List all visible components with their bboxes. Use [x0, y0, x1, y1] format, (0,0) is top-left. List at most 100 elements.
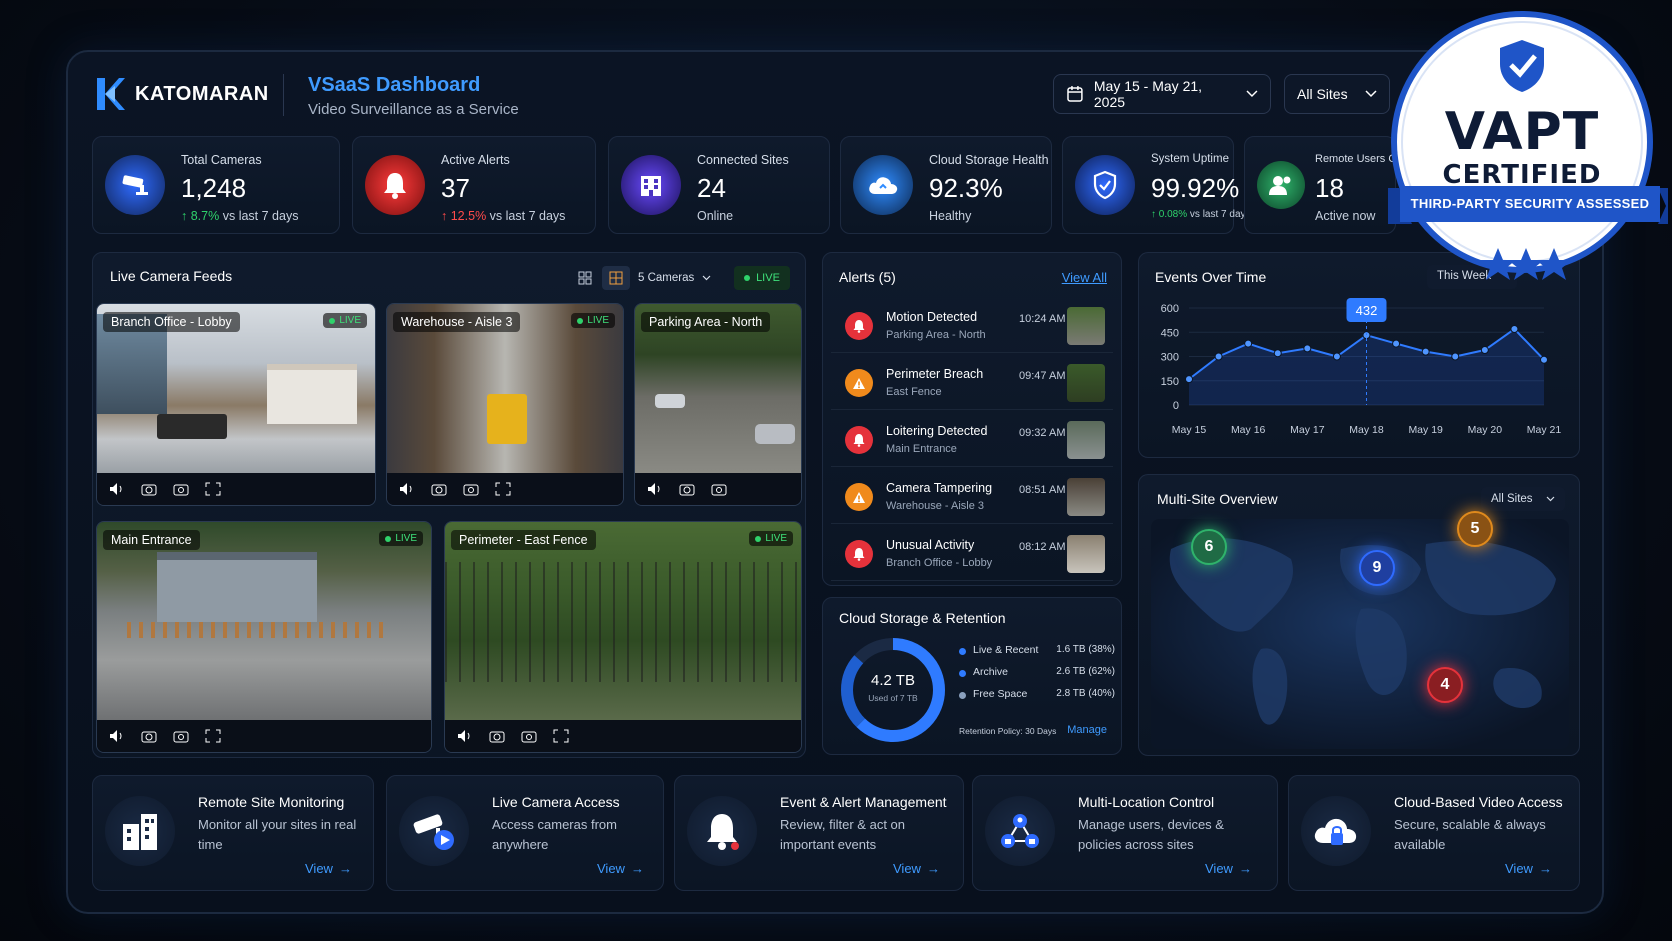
alert-thumbnail[interactable] — [1067, 421, 1105, 459]
alert-item[interactable]: Loitering Detected Main Entrance 09:32 AM — [831, 413, 1113, 467]
site-marker-5[interactable]: 5 — [1457, 511, 1493, 547]
fullscreen-icon[interactable] — [205, 729, 221, 743]
site-marker-9[interactable]: 9 — [1359, 550, 1395, 586]
feature-card-remote-monitoring[interactable]: Remote Site Monitoring Monitor all your … — [92, 775, 374, 891]
feature-view-link[interactable]: View → — [305, 861, 352, 876]
speaker-icon[interactable] — [399, 482, 415, 496]
alert-location: Parking Area - North — [886, 329, 986, 341]
stat-card-remote-users[interactable]: Remote Users Online 18 Active now — [1244, 136, 1420, 234]
alert-item[interactable]: Unusual Activity Branch Office - Lobby 08:… — [831, 527, 1113, 581]
camera-icon[interactable] — [141, 729, 157, 743]
multisite-title: Multi-Site Overview — [1157, 491, 1278, 507]
x-tick-label: May 20 — [1468, 424, 1503, 436]
alert-item[interactable]: Camera Tampering Warehouse - Aisle 3 08:51… — [831, 470, 1113, 524]
camera-feed-perimeter-east[interactable]: Perimeter - East Fence LIVE — [444, 521, 802, 753]
x-tick-label: May 17 — [1290, 424, 1325, 436]
data-point — [1421, 347, 1430, 356]
alert-thumbnail[interactable] — [1067, 478, 1105, 516]
live-status-badge: LIVE — [734, 266, 790, 290]
camera-count-value: 5 Cameras — [638, 272, 695, 284]
data-point — [1303, 344, 1312, 353]
site-marker-6[interactable]: 6 — [1191, 529, 1227, 565]
snapshot-icon[interactable] — [173, 482, 189, 496]
alert-item[interactable]: Motion Detected Parking Area - North 10:24… — [831, 299, 1113, 353]
grid-view-button[interactable] — [574, 268, 596, 288]
data-point — [1451, 352, 1460, 361]
stat-card-total-cameras[interactable]: Total Cameras 1,248 ↑ 8.7% vs last 7 day… — [92, 136, 340, 234]
stat-card-cloud-storage[interactable]: Cloud Storage Health 92.3% Healthy — [840, 136, 1052, 234]
snapshot-icon[interactable] — [173, 729, 189, 743]
stat-value: 92.3% — [929, 173, 1003, 203]
manage-link[interactable]: Manage — [1067, 724, 1107, 736]
fullscreen-icon[interactable] — [205, 482, 221, 496]
data-point — [1480, 346, 1489, 355]
alert-thumbnail[interactable] — [1067, 535, 1105, 573]
feature-title: Event & Alert Management — [780, 794, 947, 810]
highlight-label: 432 — [1356, 303, 1378, 318]
feature-card-live-camera[interactable]: Live Camera Access Access cameras from a… — [386, 775, 664, 891]
speaker-icon[interactable] — [647, 482, 663, 496]
alert-thumbnail[interactable] — [1067, 307, 1105, 345]
feed-controls — [635, 473, 801, 505]
snapshot-icon[interactable] — [711, 482, 727, 496]
camera-feed-main-entrance[interactable]: Main Entrance LIVE — [96, 521, 432, 753]
view-all-link[interactable]: View All — [1062, 270, 1107, 285]
fullscreen-icon[interactable] — [495, 482, 511, 496]
y-tick-label: 150 — [1161, 376, 1179, 388]
feature-view-link[interactable]: View → — [1205, 861, 1252, 876]
chevron-down-icon — [702, 275, 711, 281]
stat-status: Healthy — [929, 209, 972, 223]
speaker-icon[interactable] — [109, 482, 125, 496]
camera-icon[interactable] — [141, 482, 157, 496]
feed-controls — [97, 473, 375, 505]
data-point — [1540, 355, 1548, 364]
snapshot-icon[interactable] — [463, 482, 479, 496]
y-tick-label: 450 — [1161, 327, 1179, 339]
camera-feed-parking-north[interactable]: Parking Area - North — [634, 303, 802, 506]
feature-view-link[interactable]: View → — [597, 861, 644, 876]
stat-card-active-alerts[interactable]: Active Alerts 37 ↑ 12.5% vs last 7 days — [352, 136, 596, 234]
snapshot-icon[interactable] — [521, 729, 537, 743]
bell-icon — [365, 155, 425, 215]
date-range-value: May 15 - May 21, 2025 — [1093, 78, 1203, 110]
date-range-picker[interactable]: May 15 - May 21, 2025 — [1053, 74, 1271, 114]
chevron-down-icon — [1365, 90, 1377, 98]
users-icon — [1257, 161, 1305, 209]
feature-view-link[interactable]: View → — [893, 861, 940, 876]
multisite-filter-select[interactable]: All Sites — [1481, 487, 1565, 511]
fullscreen-icon[interactable] — [553, 729, 569, 743]
stat-value: 37 — [441, 173, 470, 203]
feature-card-multi-location[interactable]: Multi-Location Control Manage users, dev… — [972, 775, 1278, 891]
speaker-icon[interactable] — [457, 729, 473, 743]
alert-item[interactable]: Perimeter Breach East Fence 09:47 AM — [831, 356, 1113, 410]
camera-feed-warehouse-aisle[interactable]: Warehouse - Aisle 3 LIVE — [386, 303, 624, 506]
storage-title: Cloud Storage & Retention — [839, 610, 1006, 626]
camera-icon[interactable] — [679, 482, 695, 496]
speaker-icon[interactable] — [109, 729, 125, 743]
camera-icon[interactable] — [431, 482, 447, 496]
alert-thumbnail[interactable] — [1067, 364, 1105, 402]
layout-view-button[interactable] — [602, 266, 630, 290]
stat-value: 1,248 — [181, 173, 247, 203]
alerts-title: Alerts (5) — [839, 269, 896, 285]
site-marker-4[interactable]: 4 — [1427, 667, 1463, 703]
stat-value: 24 — [697, 173, 726, 203]
site-filter-select[interactable]: All Sites — [1284, 74, 1390, 114]
camera-count-select[interactable]: 5 Cameras — [638, 266, 722, 290]
camera-icon[interactable] — [489, 729, 505, 743]
alarm-icon — [845, 312, 873, 340]
feed-controls — [97, 720, 431, 752]
stat-card-connected-sites[interactable]: Connected Sites 24 Online — [608, 136, 830, 234]
events-title: Events Over Time — [1155, 269, 1267, 285]
feature-view-link[interactable]: View → — [1505, 861, 1552, 876]
feature-card-cloud-video[interactable]: Cloud-Based Video Access Secure, scalabl… — [1288, 775, 1580, 891]
calendar-icon — [1067, 86, 1083, 102]
data-point — [1510, 325, 1519, 334]
legend-label: Free Space — [973, 688, 1028, 700]
site-filter-value: All Sites — [1297, 86, 1348, 102]
network-icon — [985, 796, 1055, 866]
camera-feed-branch-lobby[interactable]: Branch Office - Lobby LIVE — [96, 303, 376, 506]
stat-card-system-uptime[interactable]: System Uptime 99.92% ↑ 0.08% vs last 7 d… — [1062, 136, 1251, 234]
stat-status: Online — [697, 209, 734, 223]
feature-card-event-alert[interactable]: Event & Alert Management Review, filter … — [674, 775, 964, 891]
